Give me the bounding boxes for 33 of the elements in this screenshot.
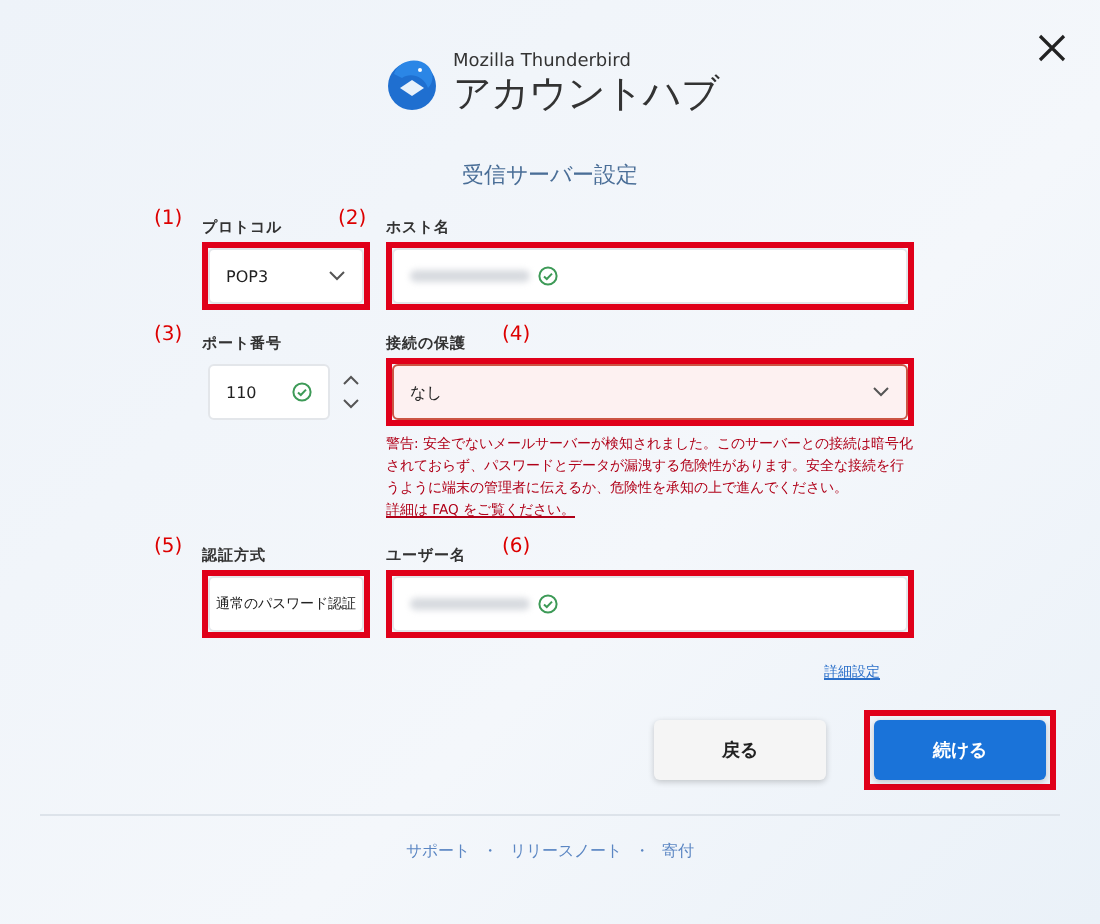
- close-button[interactable]: [1036, 32, 1068, 64]
- field-value: 110: [226, 383, 259, 401]
- redacted-text: [410, 270, 530, 282]
- chevron-down-icon: [328, 270, 346, 282]
- chevron-up-icon: [341, 374, 359, 386]
- callout-number: (2): [338, 208, 367, 232]
- back-button[interactable]: 戻る: [654, 720, 826, 780]
- footer-link[interactable]: リリースノート: [510, 840, 622, 862]
- callout-number: (6): [502, 536, 531, 560]
- callout-number: (1): [154, 208, 183, 232]
- footer-link[interactable]: サポート: [406, 840, 470, 862]
- separator-dot: ・: [634, 840, 650, 862]
- dropdown[interactable]: なし: [392, 364, 908, 420]
- separator-dot: ・: [482, 840, 498, 862]
- field-value: なし: [410, 381, 444, 403]
- callout-number: (4): [502, 324, 531, 348]
- check-icon: [538, 266, 558, 286]
- chevron-down-icon: [341, 398, 359, 410]
- check-icon: [538, 594, 558, 614]
- input-field[interactable]: 110: [208, 364, 330, 420]
- callout-number: (5): [154, 536, 183, 560]
- check-icon: [292, 382, 312, 402]
- chevron-down-icon: [872, 386, 890, 398]
- footer-link[interactable]: 寄付: [662, 840, 694, 862]
- app-title: アカウントハブ: [453, 72, 719, 116]
- redacted-text: [410, 598, 530, 610]
- section-title: 受信サーバー設定: [462, 160, 638, 190]
- field-value: POP3: [226, 267, 271, 285]
- continue-button[interactable]: 続ける: [874, 720, 1046, 780]
- callout-number: (3): [154, 324, 183, 348]
- product-name: Mozilla Thunderbird: [453, 52, 633, 72]
- dropdown[interactable]: POP3: [208, 248, 364, 304]
- close-icon: [1036, 32, 1068, 64]
